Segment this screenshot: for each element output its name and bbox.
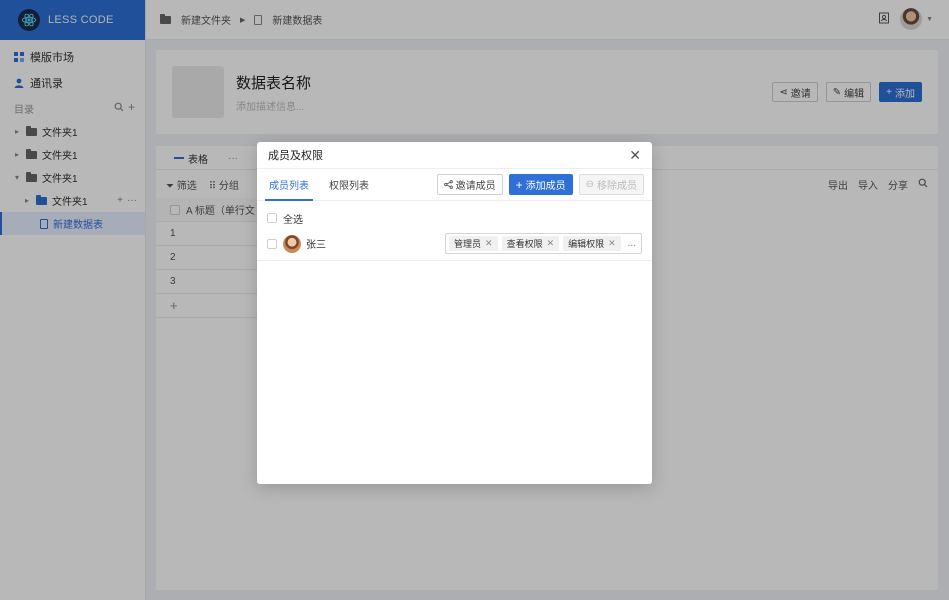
add-member-button[interactable]: + 添加成员: [508, 174, 573, 195]
dialog-header: 成员及权限 ✕: [257, 142, 652, 169]
members-permissions-dialog: 成员及权限 ✕ 成员列表 权限列表 邀请成员 + 添加成员 ⊖ 移除成员 全选 …: [257, 142, 652, 484]
permission-tag: 查看权限 ✕: [501, 236, 560, 251]
dialog-title: 成员及权限: [268, 150, 323, 162]
tab-member-list[interactable]: 成员列表: [265, 169, 313, 201]
dialog-tabs: 成员列表 权限列表 邀请成员 + 添加成员 ⊖ 移除成员: [257, 169, 652, 201]
member-row: 张三 管理员 ✕ 查看权限 ✕ 编辑权限 ✕ ...: [257, 227, 652, 261]
invite-member-button[interactable]: 邀请成员: [436, 174, 503, 195]
member-checkbox[interactable]: [267, 238, 277, 249]
tag-label: 管理员: [454, 239, 482, 249]
avatar: [283, 234, 301, 253]
invite-member-label: 邀请成员: [455, 181, 496, 192]
select-all-checkbox[interactable]: [267, 213, 277, 223]
close-icon[interactable]: ✕: [608, 238, 616, 249]
close-icon[interactable]: ✕: [629, 147, 641, 164]
share-icon: [443, 180, 453, 189]
add-member-label: 添加成员: [525, 181, 566, 192]
member-name: 张三: [306, 240, 326, 251]
permission-tag: 管理员 ✕: [449, 236, 498, 251]
plus-icon: +: [515, 177, 523, 192]
select-all-label[interactable]: 全选: [283, 211, 303, 226]
close-icon[interactable]: ✕: [485, 238, 493, 249]
more-tags-indicator: ...: [627, 238, 636, 249]
remove-member-button[interactable]: ⊖ 移除成员: [578, 174, 644, 195]
tab-permission-list[interactable]: 权限列表: [325, 169, 373, 200]
minus-circle-icon: ⊖: [585, 179, 594, 190]
permission-tag: 编辑权限 ✕: [563, 236, 621, 251]
permission-select[interactable]: 管理员 ✕ 查看权限 ✕ 编辑权限 ✕ ...: [445, 233, 642, 254]
close-icon[interactable]: ✕: [547, 238, 555, 249]
app-root: LESS CODE 模版市场 通讯录 目录 + ▸ 文件夹1 ▸ 文件夹1 ▾ …: [0, 0, 949, 600]
tag-label: 查看权限: [506, 239, 543, 249]
tag-label: 编辑权限: [568, 239, 605, 249]
remove-member-label: 移除成员: [597, 181, 637, 192]
tab-label: 权限列表: [329, 181, 369, 192]
tab-label: 成员列表: [269, 181, 309, 192]
